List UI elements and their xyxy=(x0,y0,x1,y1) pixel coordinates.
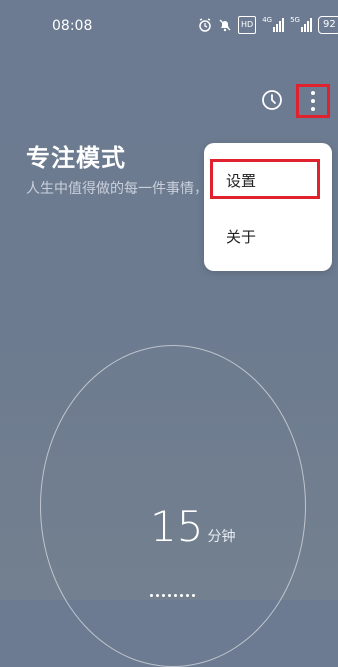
menu-item-about[interactable]: 关于 xyxy=(204,213,332,257)
signal-icon: 5G xyxy=(290,17,312,33)
history-button[interactable] xyxy=(260,88,284,112)
page-title: 专注模式 xyxy=(26,144,126,172)
sim1-label: 4G xyxy=(262,16,273,24)
timer-value: 15 xyxy=(150,502,204,551)
top-actions xyxy=(0,82,338,122)
more-vertical-icon xyxy=(311,91,315,95)
menu-item-label: 设置 xyxy=(226,172,257,190)
hd-badge: HD xyxy=(238,16,257,34)
overflow-menu: 设置 关于 xyxy=(204,143,332,271)
status-time: 08:08 xyxy=(52,18,93,34)
status-icons: HD 4G 5G 92 xyxy=(198,16,338,34)
battery-indicator: 92 xyxy=(317,16,338,34)
sim2-label: 5G xyxy=(290,16,300,24)
menu-item-label: 关于 xyxy=(226,228,257,246)
clock-icon xyxy=(262,90,282,110)
mute-icon xyxy=(218,17,232,33)
status-bar: 08:08 HD 4G 5G 92 xyxy=(0,0,338,48)
alarm-icon xyxy=(198,17,212,33)
signal-icon: 4G xyxy=(262,16,285,33)
more-options-button[interactable] xyxy=(296,84,330,118)
dial-ticks xyxy=(150,594,195,597)
timer-display: 15 分钟 xyxy=(150,502,235,551)
timer-unit: 分钟 xyxy=(207,529,236,545)
menu-item-settings[interactable]: 设置 xyxy=(204,157,332,201)
